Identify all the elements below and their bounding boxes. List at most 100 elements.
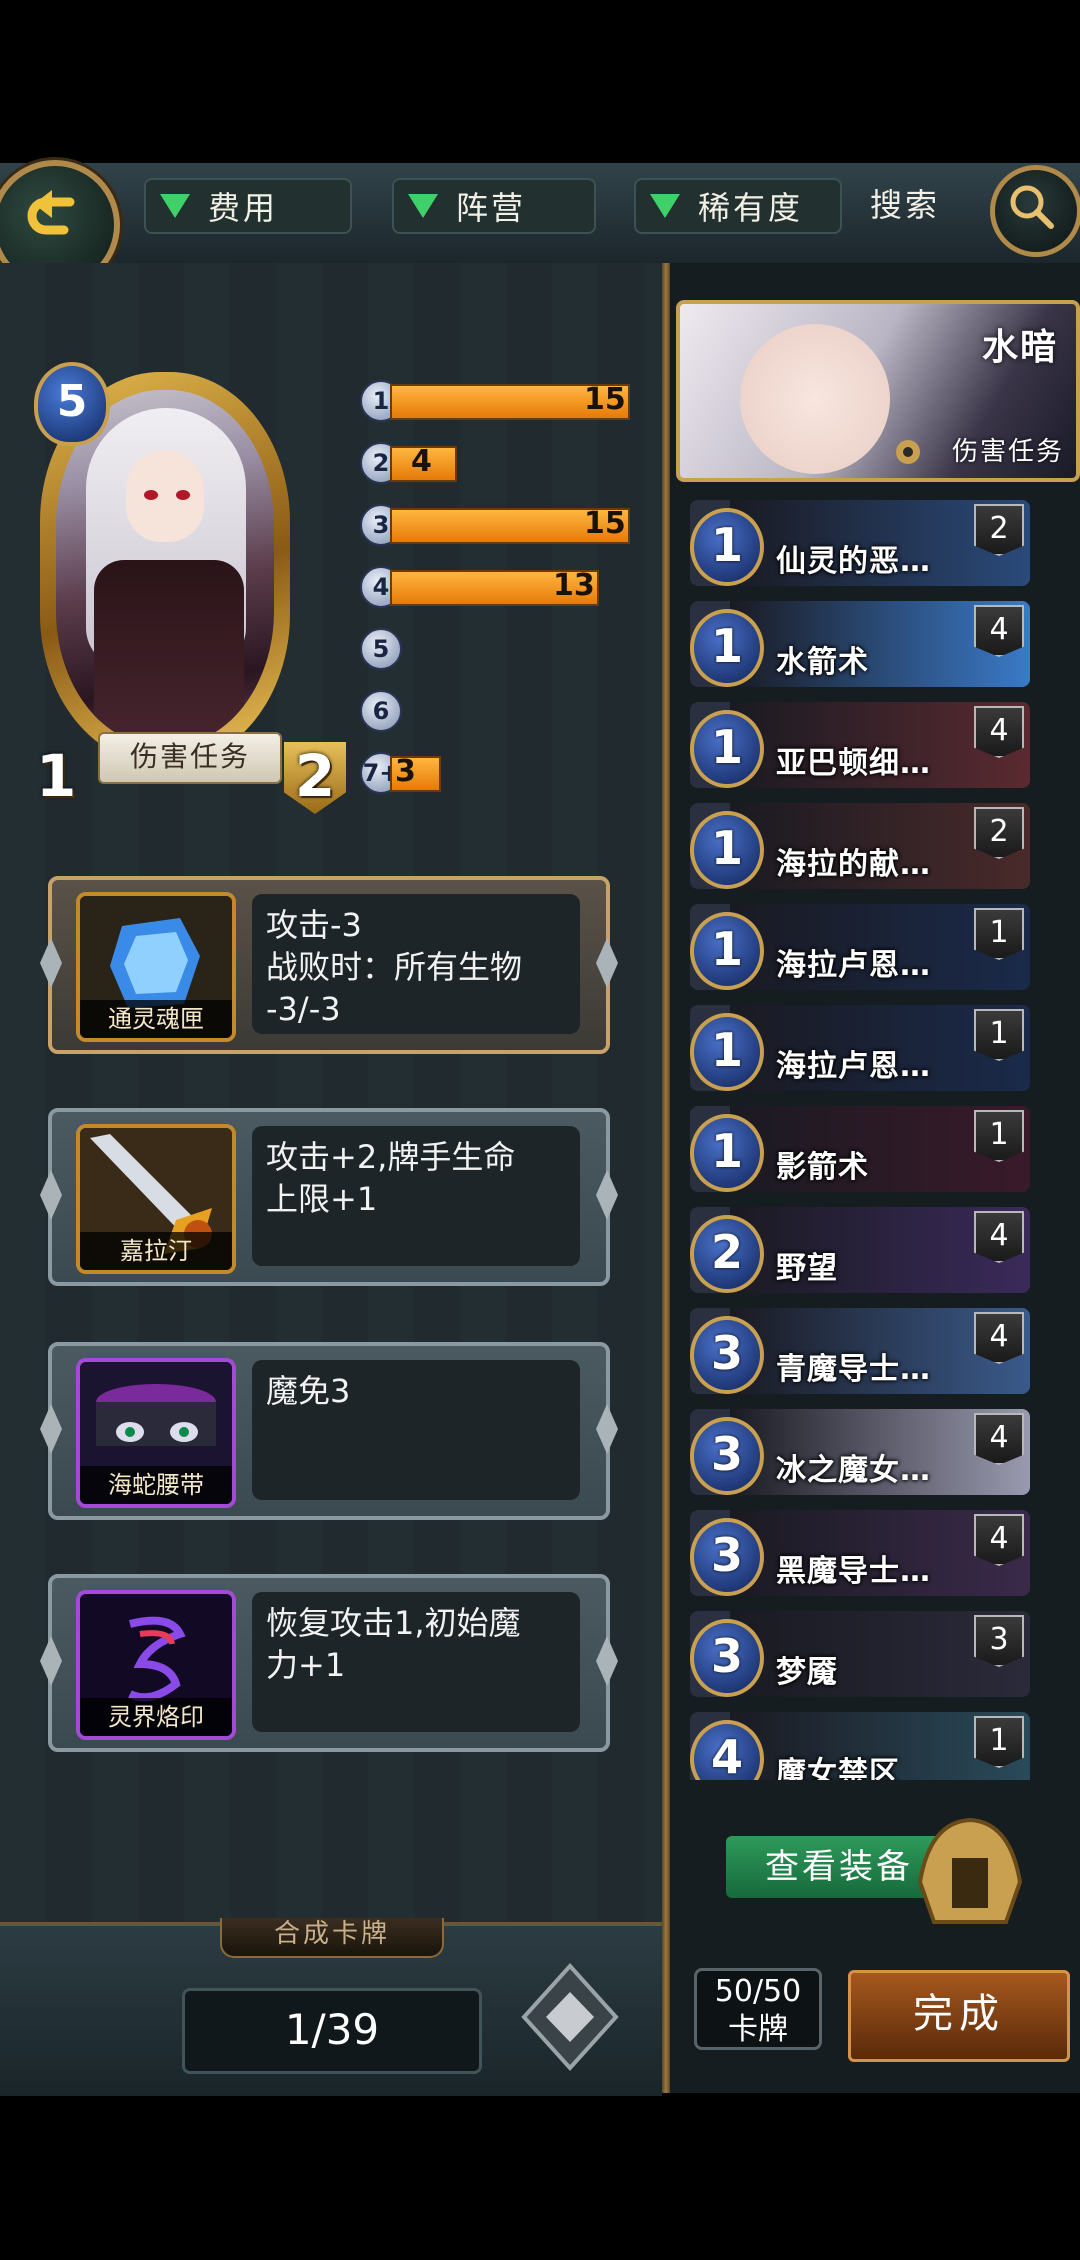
card-count-unit: 卡牌	[728, 2012, 788, 2047]
card-copies: 4	[974, 706, 1024, 758]
card-name: 梦魇	[776, 1655, 838, 1690]
deck-hero-name: 水暗	[981, 327, 1058, 368]
dropdown-triangle-icon	[650, 194, 680, 218]
card-copies: 1	[974, 1009, 1024, 1061]
deck-card[interactable]: 1 水箭术 4	[690, 601, 1030, 687]
dropdown-triangle-icon	[408, 194, 438, 218]
card-copies: 2	[974, 504, 1024, 556]
deck-hero-banner[interactable]: 水暗 伤害任务	[676, 300, 1080, 482]
mana-curve-count: 15	[584, 506, 626, 541]
diamond-arrow-icon	[521, 1963, 619, 2071]
gear-icon	[896, 440, 920, 464]
rune-icon: 灵界烙印	[76, 1590, 236, 1740]
mana-curve-count: 3	[395, 754, 416, 789]
mana-cost-badge: 6	[360, 690, 402, 732]
helmet-icon	[900, 1812, 1040, 1932]
equipment-slot-1[interactable]: 通灵魂匣 攻击-3 战败时：所有生物 -3/-3	[40, 876, 618, 1054]
card-name: 野望	[776, 1251, 838, 1286]
deck-card[interactable]: 2 野望 4	[690, 1207, 1030, 1293]
card-copies: 4	[974, 605, 1024, 657]
card-cost: 3	[690, 1619, 764, 1697]
equipment-desc: 攻击+2,牌手生命 上限+1	[252, 1126, 580, 1266]
deck-card-list[interactable]: 1 仙灵的恶… 2 1 水箭术 4 1 亚巴顿细… 4 1 海拉的献… 2 1 海拉卢恩… 1 1 海拉卢恩… 1…	[690, 500, 1040, 1780]
panel-divider	[662, 263, 670, 2093]
equipment-icon: 通灵魂匣	[76, 892, 236, 1042]
mana-curve-count: 13	[553, 568, 595, 603]
card-count-value: 50/50	[714, 1974, 802, 2009]
rarity-filter[interactable]: 稀有度	[634, 178, 842, 234]
next-page-button[interactable]	[520, 1962, 620, 2072]
card-cost: 1	[690, 811, 764, 889]
mana-curve-count: 15	[584, 382, 626, 417]
equipment-desc: 魔免3	[252, 1360, 580, 1500]
hero-portrait	[56, 390, 274, 746]
hero-attack: 1	[36, 742, 77, 810]
equipment-name: 通灵魂匣	[80, 1000, 232, 1038]
card-name: 海拉卢恩…	[776, 948, 931, 983]
card-copies: 4	[974, 1514, 1024, 1566]
hero-cost-gem: 5	[34, 362, 110, 446]
equipment-name: 嘉拉汀	[80, 1232, 232, 1270]
deck-card[interactable]: 3 冰之魔女… 4	[690, 1409, 1030, 1495]
deck-card[interactable]: 3 青魔导士… 4	[690, 1308, 1030, 1394]
deck-card[interactable]: 1 亚巴顿细… 4	[690, 702, 1030, 788]
hero-face	[740, 324, 890, 474]
card-count: 50/50 卡牌	[694, 1968, 822, 2050]
card-cost: 1	[690, 508, 764, 586]
card-cost: 1	[690, 1013, 764, 1091]
equipment-slot-4[interactable]: 灵界烙印 恢复攻击1,初始魔 力+1	[40, 1574, 618, 1752]
search-button[interactable]	[990, 165, 1080, 257]
sword-icon: 嘉拉汀	[76, 1124, 236, 1274]
card-cost: 1	[690, 912, 764, 990]
card-copies: 4	[974, 1312, 1024, 1364]
done-button[interactable]: 完成	[848, 1970, 1070, 2062]
card-name: 亚巴顿细…	[776, 746, 931, 781]
equipment-name: 灵界烙印	[80, 1698, 232, 1736]
merge-cards-tab[interactable]: 合成卡牌	[220, 1918, 444, 1958]
card-cost: 3	[690, 1316, 764, 1394]
card-name: 冰之魔女…	[776, 1453, 931, 1488]
deck-card[interactable]: 1 海拉的献… 2	[690, 803, 1030, 889]
card-name: 海拉卢恩…	[776, 1049, 931, 1084]
deck-card[interactable]: 3 梦魇 3	[690, 1611, 1030, 1697]
card-name: 魔女禁区	[776, 1756, 900, 1780]
card-copies: 3	[974, 1615, 1024, 1667]
card-copies: 4	[974, 1413, 1024, 1465]
deck-card[interactable]: 1 海拉卢恩… 1	[690, 904, 1030, 990]
search-label[interactable]: 搜索	[870, 180, 940, 226]
cost-filter[interactable]: 费用	[144, 178, 352, 234]
equipment-desc: 恢复攻击1,初始魔 力+1	[252, 1592, 580, 1732]
deck-card[interactable]: 1 海拉卢恩… 1	[690, 1005, 1030, 1091]
deck-card[interactable]: 3 黑魔导士… 4	[690, 1510, 1030, 1596]
page-indicator: 1/39	[182, 1988, 482, 2074]
equipment-name: 海蛇腰带	[80, 1466, 232, 1504]
card-name: 海拉的献…	[776, 847, 931, 882]
card-name: 仙灵的恶…	[776, 544, 931, 579]
card-copies: 2	[974, 807, 1024, 859]
card-copies: 4	[974, 1211, 1024, 1263]
card-copies: 1	[974, 1110, 1024, 1162]
card-copies: 1	[974, 1716, 1024, 1768]
cost-filter-label: 费用	[208, 189, 279, 227]
equipment-slot-2[interactable]: 嘉拉汀 攻击+2,牌手生命 上限+1	[40, 1108, 618, 1286]
card-copies: 1	[974, 908, 1024, 960]
card-name: 青魔导士…	[776, 1352, 931, 1387]
rarity-filter-label: 稀有度	[698, 189, 804, 227]
search-icon	[1010, 185, 1054, 229]
card-cost: 1	[690, 1114, 764, 1192]
deck-card[interactable]: 4 魔女禁区 1	[690, 1712, 1030, 1780]
card-name: 黑魔导士…	[776, 1554, 931, 1589]
card-name: 影箭术	[776, 1150, 869, 1185]
deck-card[interactable]: 1 仙灵的恶… 2	[690, 500, 1030, 586]
hero-cost: 5	[56, 376, 88, 427]
faction-filter[interactable]: 阵营	[392, 178, 596, 234]
deck-card[interactable]: 1 影箭术 1	[690, 1106, 1030, 1192]
deck-hero-tag: 伤害任务	[951, 437, 1064, 467]
card-cost: 1	[690, 710, 764, 788]
hero-tag: 伤害任务	[98, 732, 282, 784]
card-name: 水箭术	[776, 645, 869, 680]
faction-filter-label: 阵营	[456, 189, 527, 227]
equipment-slot-3[interactable]: 海蛇腰带 魔免3	[40, 1342, 618, 1520]
equipment-desc: 攻击-3 战败时：所有生物 -3/-3	[252, 894, 580, 1034]
card-cost: 2	[690, 1215, 764, 1293]
